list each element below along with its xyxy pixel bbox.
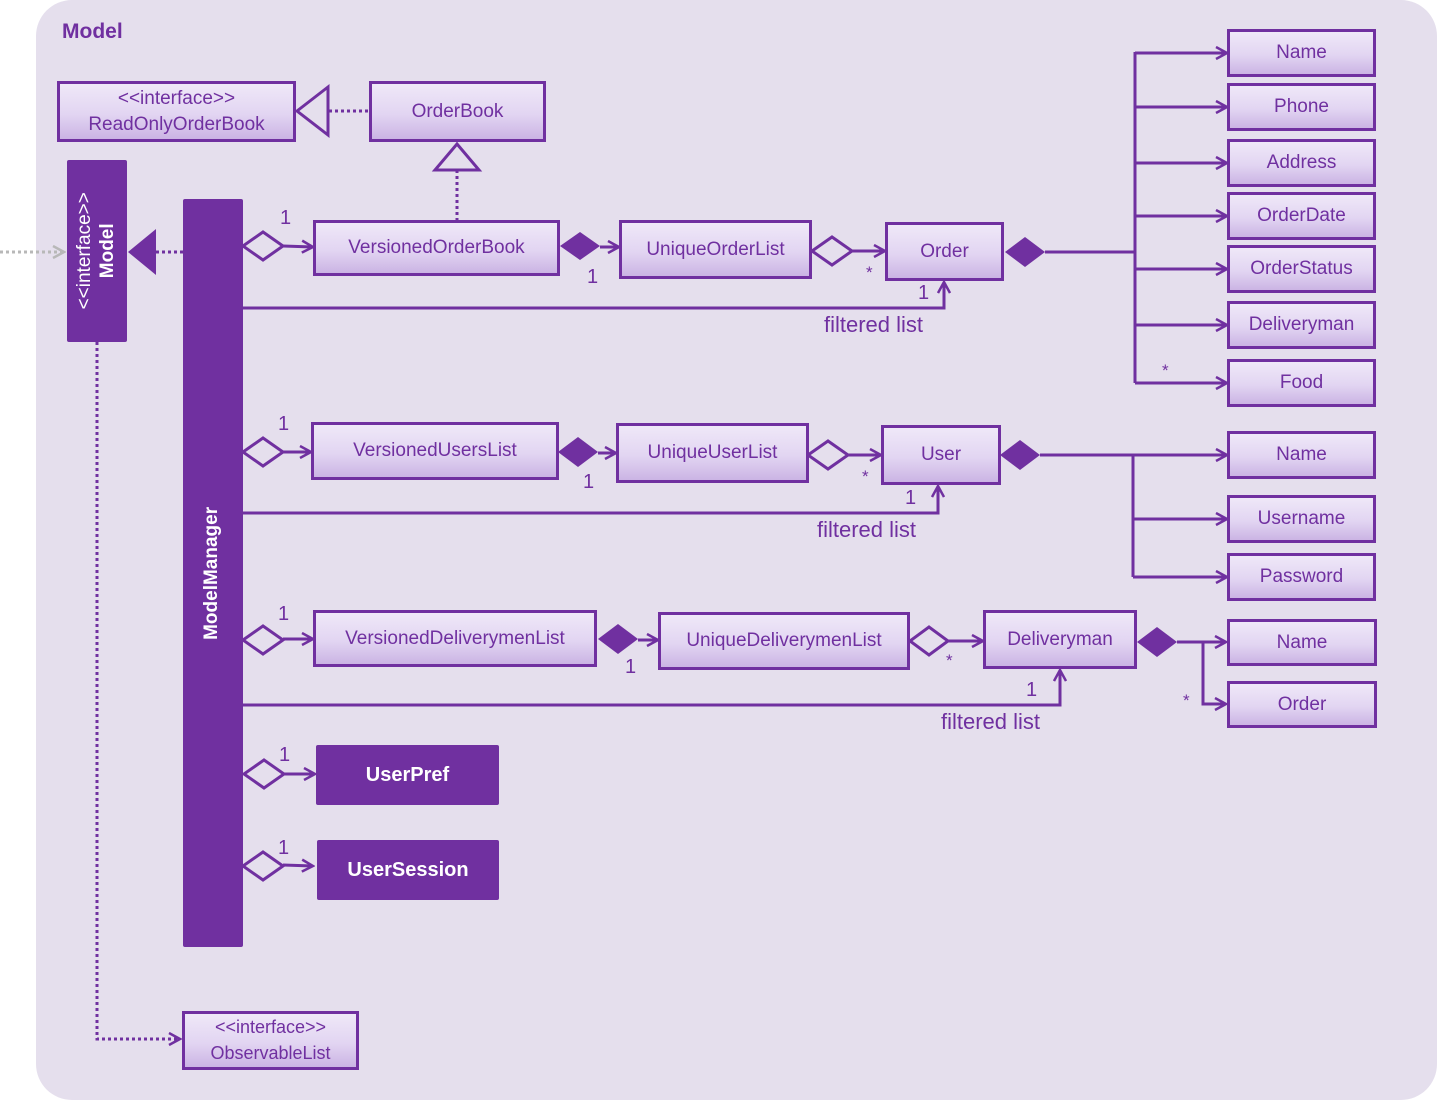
class-name: VersionedDeliverymenList: [345, 627, 565, 649]
class-name: ObservableList: [210, 1042, 331, 1063]
order-attribute-order-status[interactable]: OrderStatus: [1227, 245, 1376, 293]
stereotype-label: <<interface>>: [117, 87, 236, 109]
class-user[interactable]: User: [881, 425, 1001, 485]
class-user-session[interactable]: UserSession: [317, 840, 499, 900]
aggregation-diamond-icon: [240, 850, 286, 882]
class-unique-deliverymen-list[interactable]: UniqueDeliverymenList: [658, 612, 910, 670]
class-read-only-order-book[interactable]: <<interface>> ReadOnlyOrderBook: [57, 81, 296, 142]
class-name: UserPref: [365, 763, 450, 786]
class-model-interface[interactable]: <<interface>> Model: [67, 160, 127, 342]
aggregation-diamond-icon: [805, 439, 851, 471]
class-unique-order-list[interactable]: UniqueOrderList: [619, 220, 812, 279]
stereotype-label: <<interface>>: [74, 192, 96, 310]
aggregation-diamond-icon: [240, 230, 286, 262]
order-attribute-address[interactable]: Address: [1227, 139, 1376, 187]
multiplicity-label: 1: [278, 603, 290, 625]
realization-filled-triangle-icon: [128, 229, 156, 275]
class-versioned-deliverymen-list[interactable]: VersionedDeliverymenList: [313, 610, 597, 667]
order-attribute-deliveryman[interactable]: Deliveryman: [1227, 301, 1376, 349]
filtered-list-label: filtered list: [824, 312, 924, 337]
class-versioned-order-book[interactable]: VersionedOrderBook: [313, 220, 560, 276]
multiplicity-label: 1: [278, 837, 290, 859]
multiplicity-label: *: [1162, 361, 1169, 380]
multiplicity-label: 1: [918, 282, 930, 304]
dependency-observable-line: [95, 342, 180, 1039]
class-name: UniqueDeliverymenList: [686, 630, 882, 652]
multiplicity-label: 1: [278, 413, 290, 435]
aggregation-diamond-icon: [240, 436, 286, 468]
order-attribute-food[interactable]: Food: [1227, 359, 1376, 407]
class-name: OrderBook: [411, 100, 504, 122]
user-attribute-name[interactable]: Name: [1227, 431, 1376, 479]
order-attribute-name[interactable]: Name: [1227, 29, 1376, 77]
deliveryman-attribute-name[interactable]: Name: [1227, 619, 1377, 666]
class-name: ModelManager: [201, 506, 223, 640]
multiplicity-label: 1: [1026, 679, 1038, 701]
class-name: User: [920, 444, 962, 466]
class-unique-user-list[interactable]: UniqueUserList: [616, 423, 809, 483]
realization-triangle-icon: [294, 83, 330, 139]
class-observable-list[interactable]: <<interface>> ObservableList: [182, 1011, 359, 1070]
multiplicity-label: 1: [280, 207, 292, 229]
multiplicity-label: 1: [625, 656, 637, 678]
class-name: Model: [97, 223, 119, 279]
class-name: Order: [920, 240, 969, 262]
order-attribute-order-date[interactable]: OrderDate: [1227, 192, 1376, 240]
composition-diamond-icon: [598, 624, 638, 654]
class-model-manager[interactable]: ModelManager: [183, 199, 243, 947]
composition-diamond-icon: [1005, 237, 1045, 267]
class-versioned-users-list[interactable]: VersionedUsersList: [311, 422, 559, 480]
class-name: Deliveryman: [1007, 628, 1113, 650]
aggregation-diamond-icon: [241, 758, 287, 790]
filtered-list-deliveryman-line: [243, 670, 1060, 707]
class-name: VersionedUsersList: [353, 440, 517, 462]
user-attribute-username[interactable]: Username: [1227, 495, 1376, 543]
multiplicity-label: 1: [905, 487, 917, 509]
class-name: UserSession: [347, 858, 469, 881]
class-name: UniqueOrderList: [646, 238, 785, 260]
multiplicity-label: 1: [587, 266, 599, 288]
composition-diamond-icon: [560, 232, 600, 260]
class-user-pref[interactable]: UserPref: [316, 745, 499, 805]
multiplicity-label: *: [862, 467, 869, 486]
filtered-list-label: filtered list: [941, 709, 1041, 734]
user-attribute-password[interactable]: Password: [1227, 553, 1376, 601]
multiplicity-label: *: [1183, 691, 1190, 710]
aggregation-diamond-icon: [809, 235, 855, 267]
order-attribute-phone[interactable]: Phone: [1227, 83, 1376, 131]
multiplicity-label: *: [866, 263, 873, 282]
stereotype-label: <<interface>>: [214, 1017, 327, 1038]
deliveryman-attribute-order[interactable]: Order: [1227, 681, 1377, 728]
aggregation-diamond-icon: [240, 624, 286, 656]
class-name: UniqueUserList: [647, 442, 778, 464]
composition-diamond-icon: [1137, 627, 1177, 657]
multiplicity-label: 1: [279, 744, 291, 766]
aggregation-diamond-icon: [907, 625, 951, 657]
class-order[interactable]: Order: [885, 222, 1004, 281]
multiplicity-label: 1: [583, 471, 595, 493]
composition-diamond-icon: [1000, 440, 1040, 470]
multiplicity-label: *: [946, 651, 953, 670]
composition-diamond-icon: [558, 437, 598, 467]
class-name: VersionedOrderBook: [348, 237, 525, 259]
class-name: ReadOnlyOrderBook: [88, 113, 265, 135]
inheritance-triangle-icon: [431, 141, 483, 172]
class-deliveryman[interactable]: Deliveryman: [983, 610, 1137, 669]
filtered-list-label: filtered list: [817, 517, 917, 542]
class-order-book[interactable]: OrderBook: [369, 81, 546, 142]
